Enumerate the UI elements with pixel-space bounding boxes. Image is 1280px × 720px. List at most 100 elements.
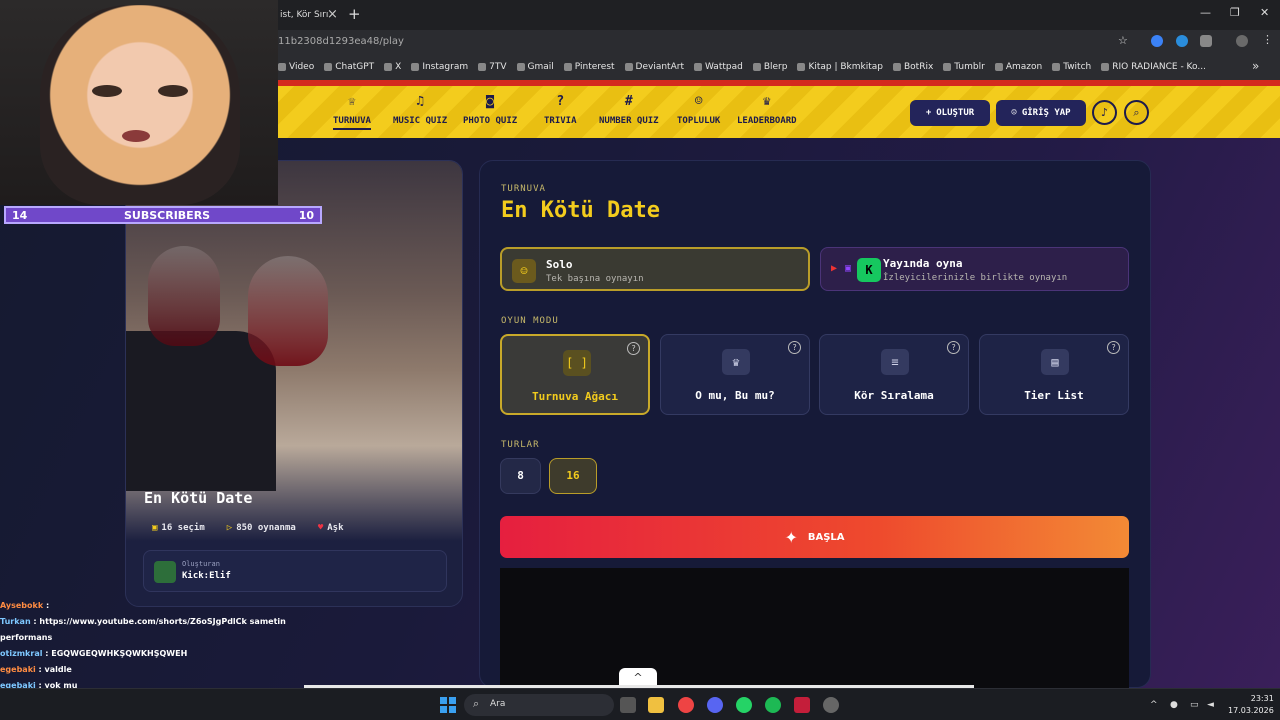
plus-icon: + (925, 108, 932, 118)
mode-kor-siralama[interactable]: ? ≡ Kör Sıralama (819, 334, 969, 415)
ad-area (500, 568, 1129, 688)
login-button[interactable]: ☺ GİRİŞ YAP (996, 100, 1086, 126)
bookmark-item[interactable]: BotRix (893, 60, 933, 74)
stream-option[interactable]: K ▶ ▣ Yayında oyna İzleyicilerinizle bir… (820, 247, 1129, 291)
avatar (40, 5, 240, 205)
volume-icon[interactable]: ◄ (1207, 700, 1214, 710)
maximize-icon[interactable]: ❐ (1230, 6, 1240, 19)
taskbar: ⌕ Ara ^ ● ▭ ◄ 23:31 17.03.2026 (0, 688, 1280, 720)
nav-item-turnuva[interactable]: ♕ TURNUVA (333, 94, 371, 130)
sparkle-icon: ✦ (784, 527, 798, 547)
avatar-lips (122, 130, 150, 142)
round-option-16[interactable]: 16 (549, 458, 597, 494)
search-icon[interactable]: ⌕ (1124, 100, 1149, 125)
start-button[interactable]: ✦ BAŞLA (500, 516, 1129, 558)
clock[interactable]: 23:31 17.03.2026 (1228, 693, 1274, 717)
bookmark-icon (478, 63, 487, 71)
settings-icon[interactable] (823, 697, 839, 713)
address-bar[interactable]: 11b2308d1293ea48/play (278, 33, 1168, 51)
avatar-eye (92, 85, 122, 97)
bookmark-item[interactable]: DeviantArt (624, 60, 684, 74)
profile-avatar[interactable] (1236, 35, 1248, 47)
mode-o-mu-bu-mu[interactable]: ? ♛ O mu, Bu mu? (660, 334, 810, 415)
chat-username: Aysebokk (0, 601, 44, 610)
solo-option[interactable]: ☺ Solo Tek başına oynayın (500, 247, 810, 291)
help-icon[interactable]: ? (627, 342, 640, 355)
crown-icon: ♛ (722, 349, 750, 375)
bookmark-item[interactable]: Instagram (411, 60, 468, 74)
nav-item-trivia[interactable]: ? TRIVIA (544, 94, 577, 126)
users-icon: ☺ (694, 94, 703, 109)
camera-icon: ◙ (486, 94, 494, 109)
help-icon[interactable]: ? (1107, 341, 1120, 354)
close-tab-icon[interactable]: × (327, 7, 338, 22)
bookmark-item[interactable]: 7TV (478, 60, 507, 74)
bookmark-icon (893, 63, 901, 71)
app-icon[interactable] (794, 697, 810, 713)
bookmark-item[interactable]: Pinterest (563, 60, 615, 74)
creator-label: Oluşturan (182, 560, 220, 568)
nav-item-topluluk[interactable]: ☺ TOPLULUK (677, 94, 720, 126)
bookmark-item[interactable]: X (384, 60, 401, 74)
taskbar-search[interactable]: ⌕ Ara (464, 694, 614, 716)
extension-icon[interactable] (1176, 35, 1188, 47)
chevron-right-icon[interactable]: » (1252, 59, 1259, 73)
nav-item-leaderboard[interactable]: ♛ LEADERBOARD (737, 94, 797, 126)
chrome-icon[interactable] (678, 697, 694, 713)
quiz-card: En Kötü Date ▣ 16 seçim ▷ 850 oynanma ♥ Aşk… (125, 160, 463, 607)
creator-box[interactable]: Oluşturan Kick:Elif (143, 550, 447, 592)
mode-turnuva-agaci[interactable]: ? [ ] Turnuva Ağacı (500, 334, 650, 415)
bookmark-icon (278, 63, 286, 71)
trophy-icon: ♕ (348, 94, 356, 109)
puzzle-icon[interactable] (1200, 35, 1212, 47)
extension-icon[interactable] (1151, 35, 1163, 47)
bookmark-item[interactable]: Amazon (994, 60, 1042, 74)
mode-tier-list[interactable]: ? ▤ Tier List (979, 334, 1129, 415)
bookmark-icon (797, 63, 806, 71)
microphone-icon[interactable]: ● (1170, 700, 1178, 710)
bookmark-icon (384, 63, 393, 71)
menu-icon[interactable]: ⋮ (1262, 33, 1274, 46)
bookmark-item[interactable]: Wattpad (693, 60, 743, 74)
windows-start-icon[interactable] (440, 697, 456, 713)
star-icon[interactable]: ☆ (1118, 34, 1130, 47)
bookmark-item[interactable]: RIO RADIANCE - Ko... (1101, 60, 1206, 74)
avatar-eye (158, 85, 188, 97)
nav-item-number-quiz[interactable]: # NUMBER QUIZ (599, 94, 659, 126)
spotify-icon[interactable] (765, 697, 781, 713)
bookmark-item[interactable]: ChatGPT (324, 60, 374, 74)
create-button[interactable]: + OLUŞTUR (910, 100, 990, 126)
notification-bell-icon[interactable]: ♪ (1092, 100, 1117, 125)
round-option-8[interactable]: 8 (500, 458, 541, 494)
nav-item-music-quiz[interactable]: ♫ MUSIC QUIZ (393, 94, 447, 126)
bookmark-icon (943, 63, 952, 71)
bookmark-item[interactable]: Gmail (516, 60, 554, 74)
task-view-icon[interactable] (620, 697, 636, 713)
subscriber-goal-bar: 14 SUBSCRIBERS 10 (4, 206, 322, 224)
webcam-overlay (0, 0, 278, 205)
bookmark-item[interactable]: Video (278, 60, 314, 74)
whatsapp-icon[interactable] (736, 697, 752, 713)
nav-item-photo-quiz[interactable]: ◙ PHOTO QUIZ (463, 94, 517, 126)
bookmark-item[interactable]: Tumblr (943, 60, 985, 74)
folder-icon[interactable] (648, 697, 664, 713)
user-icon: ☺ (512, 259, 536, 283)
table-icon: ▤ (1041, 349, 1069, 375)
close-window-icon[interactable]: ✕ (1260, 6, 1269, 19)
chat-text: valdle (44, 665, 72, 674)
help-icon[interactable]: ? (947, 341, 960, 354)
cover-image-glass (148, 246, 220, 346)
new-tab-icon[interactable]: + (348, 5, 361, 23)
bookmark-item[interactable]: Kitap | Bkmkitap (797, 60, 883, 74)
network-icon[interactable]: ▭ (1190, 700, 1199, 710)
chat-message: Aysebokk : (0, 601, 50, 610)
help-icon[interactable]: ? (788, 341, 801, 354)
bookmark-icon (624, 63, 633, 71)
mode-label: OYUN MODU (501, 316, 559, 326)
creator-name: Kick:Elif (182, 571, 231, 581)
discord-icon[interactable] (707, 697, 723, 713)
bookmark-item[interactable]: Twitch (1052, 60, 1091, 74)
bookmark-item[interactable]: Blerp (752, 60, 787, 74)
chevron-up-icon[interactable]: ^ (1150, 700, 1158, 710)
minimize-icon[interactable]: — (1200, 6, 1211, 19)
